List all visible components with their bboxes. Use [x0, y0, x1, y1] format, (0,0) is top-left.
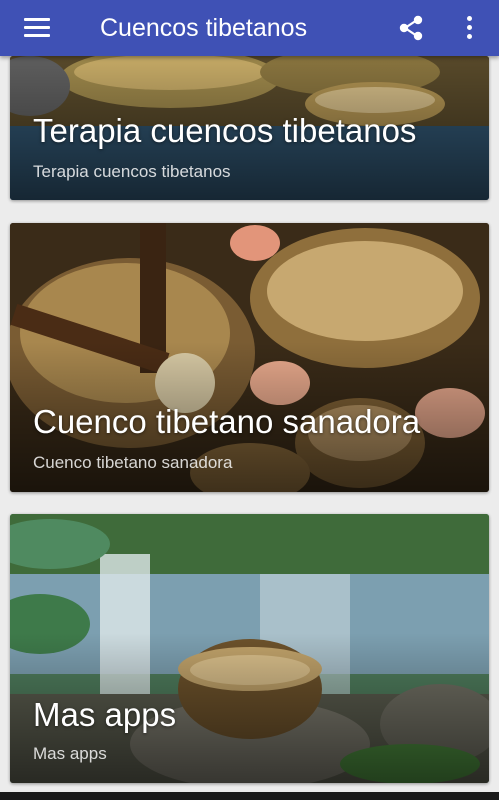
card-subtitle: Mas apps	[33, 744, 107, 763]
share-icon[interactable]	[397, 14, 425, 42]
card-title: Mas apps	[33, 696, 177, 733]
card-sanadora[interactable]: Cuenco tibetano sanadora Cuenco tibetano…	[10, 223, 489, 492]
card-terapia[interactable]: Terapia cuencos tibetanos Terapia cuenco…	[10, 56, 489, 200]
card-subtitle: Cuenco tibetano sanadora	[33, 453, 233, 472]
app-title: Cuencos tibetanos	[100, 14, 308, 42]
system-nav-bar	[0, 792, 499, 800]
card-title: Terapia cuencos tibetanos	[33, 112, 417, 149]
app-bar: Cuencos tibetanos	[0, 0, 499, 56]
card-subtitle: Terapia cuencos tibetanos	[33, 162, 231, 181]
card-title: Cuenco tibetano sanadora	[33, 403, 421, 440]
more-vert-icon[interactable]	[460, 14, 478, 42]
hamburger-menu-icon[interactable]	[24, 16, 52, 38]
card-mas-apps[interactable]: Mas apps Mas apps	[10, 514, 489, 783]
